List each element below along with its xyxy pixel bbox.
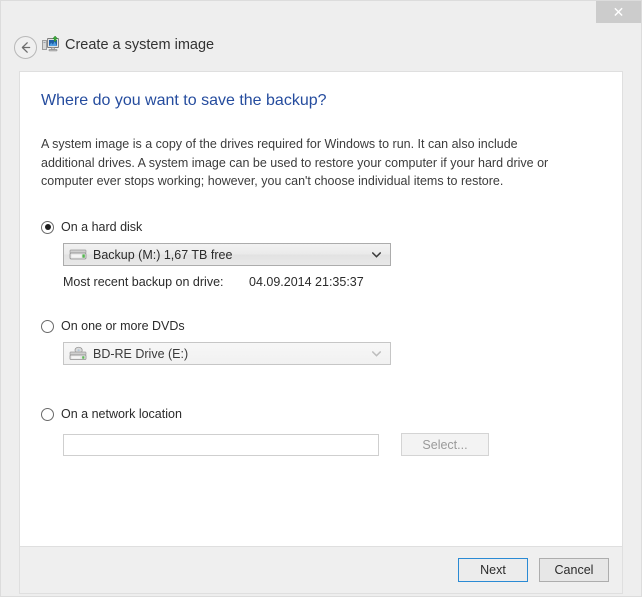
radio-label-dvd: On one or more DVDs bbox=[61, 319, 185, 333]
page-title: Create a system image bbox=[65, 37, 215, 53]
optical-drive-icon bbox=[69, 346, 87, 362]
dvd-drive-dropdown-value: BD-RE Drive (E:) bbox=[93, 346, 189, 361]
back-arrow-icon bbox=[21, 42, 31, 53]
section-heading: Where do you want to save the backup? bbox=[41, 92, 327, 109]
chevron-down-icon-disabled bbox=[372, 350, 381, 357]
radio-on-one-or-more-dvds[interactable]: On one or more DVDs bbox=[41, 317, 391, 335]
footer-button-group: Next Cancel bbox=[458, 558, 609, 582]
title-bar: ✕ bbox=[1, 1, 641, 23]
most-recent-backup-value: 04.09.2014 21:35:37 bbox=[249, 275, 364, 289]
option-group-network: On a network location Select... bbox=[41, 405, 489, 456]
cancel-button[interactable]: Cancel bbox=[539, 558, 609, 582]
most-recent-backup-row: Most recent backup on drive: 04.09.2014 … bbox=[63, 275, 391, 289]
radio-on-a-hard-disk[interactable]: On a hard disk bbox=[41, 218, 391, 236]
back-button[interactable] bbox=[14, 36, 37, 59]
create-system-image-dialog: ✕ Create a system image Where do you wan… bbox=[0, 0, 642, 597]
radio-indicator-hard-disk[interactable] bbox=[41, 220, 54, 234]
radio-indicator-dvd[interactable] bbox=[41, 319, 54, 333]
radio-indicator-network[interactable] bbox=[41, 407, 54, 421]
hard-disk-dropdown[interactable]: Backup (M:) 1,67 TB free bbox=[63, 243, 391, 266]
hard-drive-icon bbox=[69, 247, 87, 263]
dvd-drive-dropdown[interactable]: BD-RE Drive (E:) bbox=[63, 342, 391, 365]
select-button[interactable]: Select... bbox=[401, 433, 489, 456]
option-group-hard-disk: On a hard disk Backup (M:) 1,67 TB free bbox=[41, 218, 391, 289]
radio-label-network: On a network location bbox=[61, 407, 182, 421]
radio-label-hard-disk: On a hard disk bbox=[61, 220, 143, 234]
close-icon: ✕ bbox=[612, 4, 625, 20]
dialog-footer: Next Cancel bbox=[19, 547, 623, 594]
hard-disk-dropdown-value: Backup (M:) 1,67 TB free bbox=[93, 247, 233, 262]
option-group-dvd: On one or more DVDs BD-RE Drive (E:) bbox=[41, 317, 391, 365]
next-button[interactable]: Next bbox=[458, 558, 528, 582]
navigation-bar: Create a system image bbox=[1, 23, 641, 70]
system-image-icon bbox=[42, 36, 60, 54]
content-panel: Where do you want to save the backup? A … bbox=[19, 71, 623, 547]
chevron-down-icon bbox=[372, 251, 381, 258]
radio-on-a-network-location[interactable]: On a network location bbox=[41, 405, 489, 423]
network-location-row: Select... bbox=[63, 433, 489, 456]
description-text: A system image is a copy of the drives r… bbox=[41, 137, 549, 188]
most-recent-backup-label: Most recent backup on drive: bbox=[63, 275, 224, 289]
close-button[interactable]: ✕ bbox=[596, 1, 641, 23]
network-location-input[interactable] bbox=[63, 433, 379, 456]
